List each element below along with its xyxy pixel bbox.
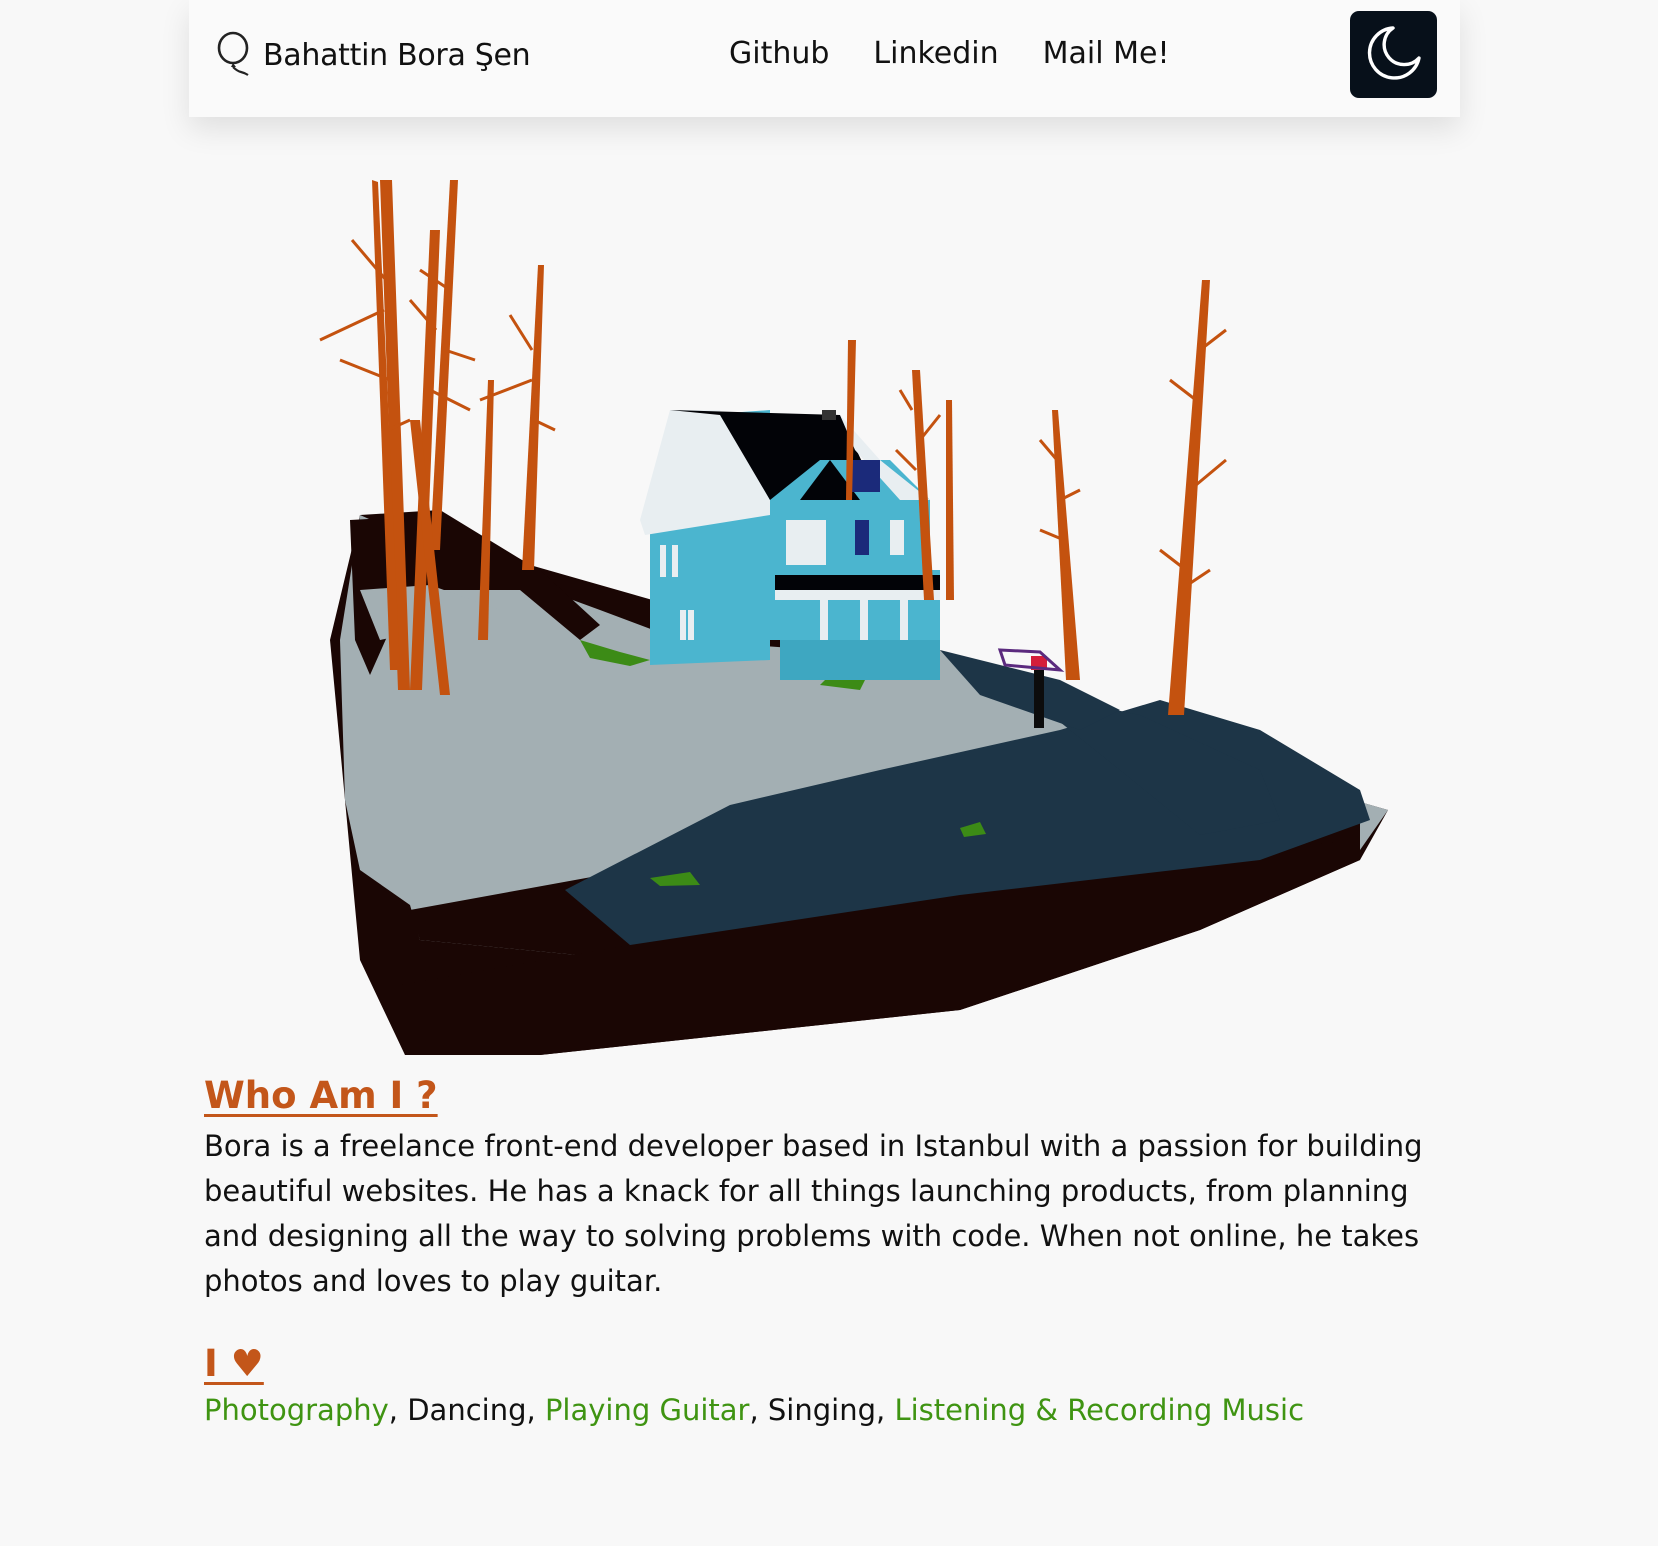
top-navbar: Bahattin Bora Şen Github Linkedin Mail M…	[189, 0, 1460, 117]
nav-mail-link[interactable]: Mail Me!	[1043, 36, 1170, 71]
nav-github-link[interactable]: Github	[729, 36, 829, 71]
hobby-separator: ,	[526, 1393, 545, 1427]
hobbies-list: Photography, Dancing, Playing Guitar, Si…	[204, 1388, 1444, 1432]
about-bio: Bora is a freelance front-end developer …	[204, 1129, 1423, 1298]
moon-icon	[1363, 22, 1425, 88]
balloon-icon	[215, 30, 253, 80]
hobby-photography-link[interactable]: Photography	[204, 1393, 389, 1427]
brand-logo-link[interactable]: Bahattin Bora Şen	[215, 30, 531, 80]
hero-3d-illustration	[300, 170, 1400, 1060]
nav-links: Github Linkedin Mail Me!	[729, 36, 1169, 71]
loves-section-title: I ♥	[204, 1342, 264, 1385]
theme-toggle-button[interactable]	[1350, 11, 1437, 98]
brand-name: Bahattin Bora Şen	[263, 37, 531, 73]
hobby-singing: Singing	[767, 1393, 876, 1427]
nav-linkedin-link[interactable]: Linkedin	[873, 36, 998, 71]
hobby-dancing: Dancing	[407, 1393, 527, 1427]
hobby-separator: ,	[876, 1393, 895, 1427]
hobby-separator: ,	[749, 1393, 768, 1427]
about-section-title: Who Am I ?	[204, 1074, 438, 1117]
hobby-music-link[interactable]: Listening & Recording Music	[894, 1393, 1304, 1427]
main-content: Who Am I ? Bora is a freelance front-end…	[204, 1072, 1444, 1432]
hobby-guitar-link[interactable]: Playing Guitar	[545, 1393, 750, 1427]
hobby-separator: ,	[388, 1393, 408, 1427]
